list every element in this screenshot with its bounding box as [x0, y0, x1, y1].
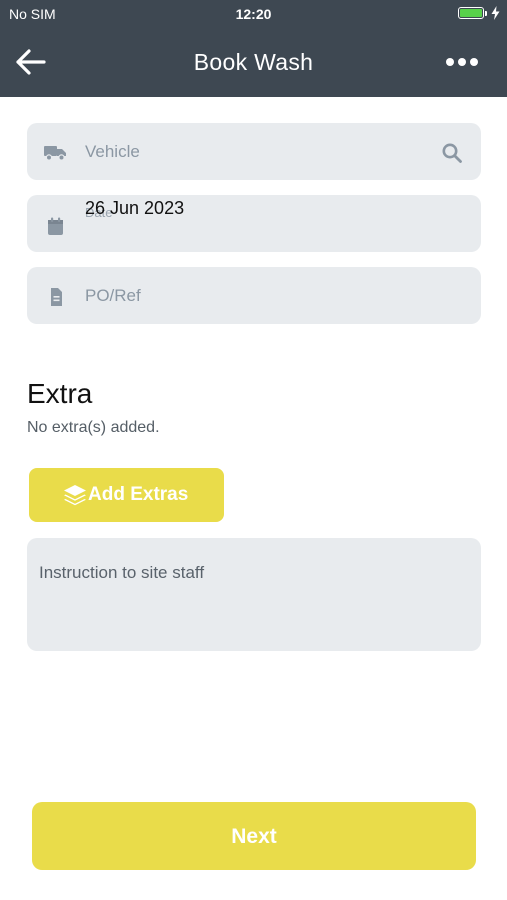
page-title: Book Wash [193, 49, 314, 75]
date-field[interactable]: Date 26 Jun 2023 [27, 195, 481, 252]
more-options-button[interactable] [440, 50, 484, 74]
app-header: Book Wash [0, 28, 507, 97]
instruction-textarea[interactable]: Instruction to site staff [27, 538, 481, 651]
vehicle-field[interactable]: Vehicle [27, 123, 481, 180]
extras-empty-text: No extra(s) added. [27, 419, 160, 436]
layers-icon [64, 485, 86, 506]
battery-tip [485, 11, 487, 16]
add-extras-label: Add Extras [88, 484, 189, 505]
status-bar: No SIM 12:20 [0, 0, 507, 28]
document-icon [51, 288, 62, 306]
po-ref-field[interactable]: PO/Ref [27, 267, 481, 324]
charging-bolt-icon [491, 6, 500, 20]
truck-icon [44, 146, 66, 161]
search-icon[interactable] [441, 142, 463, 164]
battery-level-fill [460, 9, 482, 17]
add-extras-button[interactable]: Add Extras [29, 468, 224, 522]
status-time: 12:20 [235, 6, 272, 22]
battery-icon [458, 7, 484, 19]
calendar-icon [48, 217, 63, 235]
next-button[interactable]: Next [32, 802, 476, 870]
date-value: 26 Jun 2023 [85, 198, 185, 218]
more-dots-icon [446, 58, 478, 66]
instruction-placeholder: Instruction to site staff [39, 563, 205, 582]
vehicle-placeholder: Vehicle [85, 142, 140, 161]
po-ref-placeholder: PO/Ref [85, 286, 141, 305]
extra-section-title: Extra [27, 378, 93, 409]
next-button-label: Next [231, 825, 277, 848]
